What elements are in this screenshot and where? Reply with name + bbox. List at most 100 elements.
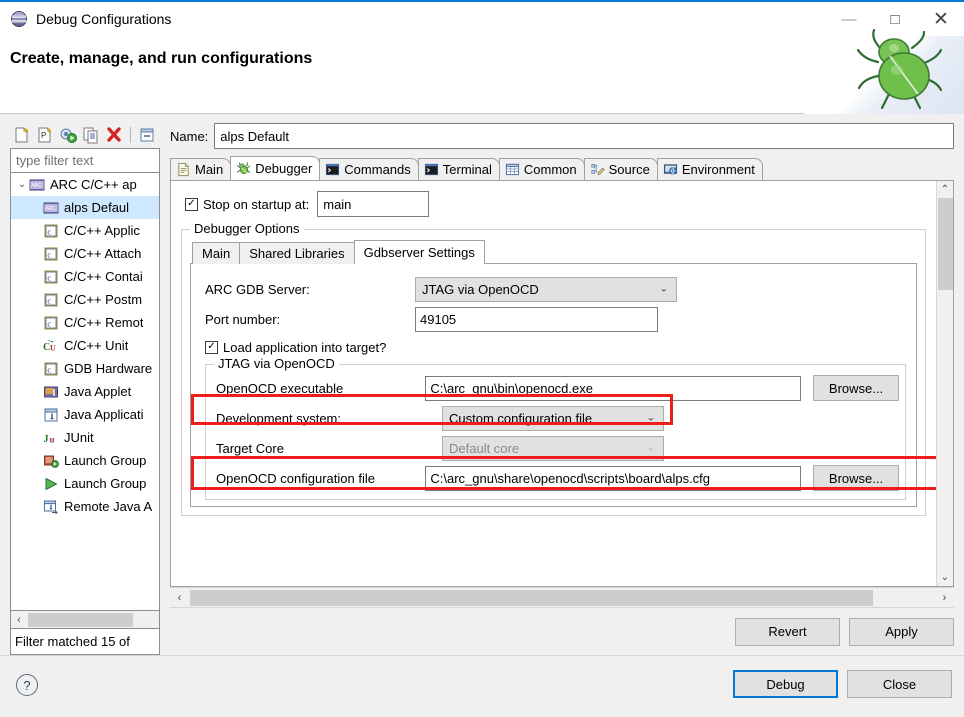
tree-item-label: JUnit: [64, 430, 94, 445]
tree-item[interactable]: Ju JUnit: [11, 426, 159, 449]
stop-on-startup-label: Stop on startup at:: [203, 196, 310, 212]
filter-status: Filter matched 15 of: [10, 629, 160, 655]
apply-revert-bar: Revert Apply: [170, 607, 954, 655]
new-configuration-icon[interactable]: [12, 125, 32, 145]
console-icon: [325, 162, 340, 177]
arc-icon: ARC: [43, 200, 59, 216]
tree-item[interactable]: Launch Group: [11, 472, 159, 495]
inner-tab-main[interactable]: Main: [192, 242, 241, 264]
scroll-right-arrow[interactable]: ›: [935, 592, 954, 604]
main-row: P type filter text ⌄ ARC ARC C/C++ ap AR…: [10, 122, 954, 655]
stop-on-startup-input[interactable]: main: [317, 191, 430, 217]
arc-gdb-server-value: JTAG via OpenOCD: [422, 281, 539, 297]
vscroll-thumb[interactable]: [937, 198, 953, 290]
name-input[interactable]: alps Default: [214, 123, 954, 149]
chevron-down-icon: ⌄: [659, 283, 668, 295]
debugger-options-group: Debugger Options Main Shared Libraries Gdb…: [181, 221, 926, 516]
remote-java-icon: [43, 499, 59, 515]
delete-icon[interactable]: [104, 125, 124, 145]
tree-item[interactable]: Launch Group: [11, 449, 159, 472]
browse-openocd-config-file-button[interactable]: Browse...: [813, 465, 899, 491]
tree-item[interactable]: Java Applicati: [11, 403, 159, 426]
help-icon[interactable]: ?: [16, 674, 38, 696]
export-icon[interactable]: [58, 125, 78, 145]
openocd-config-file-row: OpenOCD configuration file C:\arc_gnu\sh…: [212, 463, 899, 493]
toolbar-separator: [130, 127, 131, 143]
tree-item[interactable]: c GDB Hardware: [11, 357, 159, 380]
inner-tab-gdbserver-settings[interactable]: Gdbserver Settings: [353, 240, 485, 264]
debug-button[interactable]: Debug: [733, 670, 838, 698]
tree-item[interactable]: c C/C++ Postm: [11, 288, 159, 311]
c-cpp-icon: c: [43, 246, 59, 262]
openocd-config-file-label: OpenOCD configuration file: [216, 470, 375, 486]
browse-openocd-executable-button[interactable]: Browse...: [813, 375, 899, 401]
tab-source[interactable]: Source: [583, 158, 658, 180]
chevron-down-icon: ⌄: [646, 442, 655, 454]
tree-item[interactable]: ⌄ ARC ARC C/C++ ap: [11, 173, 159, 196]
tab-terminal[interactable]: Terminal: [417, 158, 500, 180]
tab-label: Terminal: [442, 162, 492, 177]
new-prototype-icon[interactable]: P: [35, 125, 55, 145]
duplicate-icon[interactable]: [81, 125, 101, 145]
stop-on-startup-row: ✓ Stop on startup at: main: [185, 191, 936, 217]
chevron-down-icon[interactable]: ⌄: [15, 179, 29, 190]
green-bug-icon: [842, 20, 952, 112]
svg-text:c: c: [47, 319, 51, 328]
tab-label: Source: [608, 162, 650, 177]
tab-commands[interactable]: Commands: [319, 158, 419, 180]
stop-on-startup-value: main: [323, 196, 352, 212]
tree-item[interactable]: Remote Java A: [11, 495, 159, 518]
tree-item[interactable]: c C/C++ Remot: [11, 311, 159, 334]
tree-toolbar: P: [10, 122, 160, 148]
port-number-value: 49105: [420, 311, 457, 327]
port-number-input[interactable]: 49105: [415, 306, 658, 332]
tree-item[interactable]: c C/C++ Applic: [11, 219, 159, 242]
tab-environment[interactable]: Environment: [656, 158, 763, 180]
console-icon: [424, 162, 439, 177]
tree-item[interactable]: c C/C++ Attach: [11, 242, 159, 265]
tab-common[interactable]: Common: [498, 158, 585, 180]
c-cpp-icon: c: [43, 292, 59, 308]
load-application-label: Load application into target?: [223, 339, 387, 355]
stop-on-startup-checkbox[interactable]: ✓: [185, 197, 198, 211]
name-row: Name: alps Default: [170, 122, 954, 150]
gdbserver-settings-panel: ARC GDB Server: JTAG via OpenOCD ⌄ Port …: [190, 263, 917, 507]
tab-label: Commands: [344, 162, 411, 177]
tree-item[interactable]: c C/C++ Contai: [11, 265, 159, 288]
tree-item[interactable]: ARC alps Defaul: [11, 196, 159, 219]
tree-item[interactable]: Java Applet: [11, 380, 159, 403]
tree-hscroll-thumb[interactable]: [28, 613, 133, 627]
inner-tab-shared-libraries[interactable]: Shared Libraries: [239, 242, 355, 264]
tree-item[interactable]: C U C/C++ Unit: [11, 334, 159, 357]
document-icon: [176, 162, 191, 177]
apply-button[interactable]: Apply: [849, 617, 954, 646]
tree-item-label: C/C++ Unit: [64, 338, 129, 353]
bug-icon: [236, 161, 251, 176]
content-horizontal-scrollbar[interactable]: ‹ ›: [170, 587, 954, 607]
name-value: alps Default: [220, 128, 289, 144]
junit-icon: Ju: [43, 430, 59, 446]
content-vertical-scrollbar[interactable]: ⌃ ⌄: [936, 181, 953, 586]
tree-horizontal-scrollbar[interactable]: ‹: [10, 611, 160, 629]
collapse-all-icon[interactable]: [137, 125, 157, 145]
arc-gdb-server-combo[interactable]: JTAG via OpenOCD ⌄: [415, 276, 677, 302]
scroll-down-arrow[interactable]: ⌄: [937, 569, 954, 586]
filter-input[interactable]: type filter text: [10, 148, 160, 172]
openocd-config-file-input[interactable]: C:\arc_gnu\share\openocd\scripts\board\a…: [425, 465, 801, 491]
vscroll-track[interactable]: [937, 198, 954, 569]
scroll-up-arrow[interactable]: ⌃: [937, 181, 954, 198]
close-button[interactable]: Close: [847, 670, 952, 698]
scroll-left-arrow[interactable]: ‹: [170, 592, 189, 604]
tab-debugger[interactable]: Debugger: [230, 156, 321, 180]
configurations-pane: P type filter text ⌄ ARC ARC C/C++ ap AR…: [10, 122, 160, 655]
svg-text:c: c: [47, 227, 51, 236]
configurations-tree[interactable]: ⌄ ARC ARC C/C++ ap ARC alps Defaul c C/C++ App…: [10, 172, 160, 611]
load-application-checkbox[interactable]: ✓: [205, 340, 218, 354]
hscroll-thumb[interactable]: [190, 590, 873, 606]
revert-button[interactable]: Revert: [735, 617, 840, 646]
tab-main[interactable]: Main: [170, 158, 232, 180]
debug-configurations-icon: [10, 10, 28, 28]
openocd-executable-input[interactable]: C:\arc_gnu\bin\openocd.exe: [425, 375, 801, 401]
development-system-combo[interactable]: Custom configuration file ⌄: [442, 405, 664, 431]
scroll-left-arrow[interactable]: ‹: [11, 614, 27, 626]
